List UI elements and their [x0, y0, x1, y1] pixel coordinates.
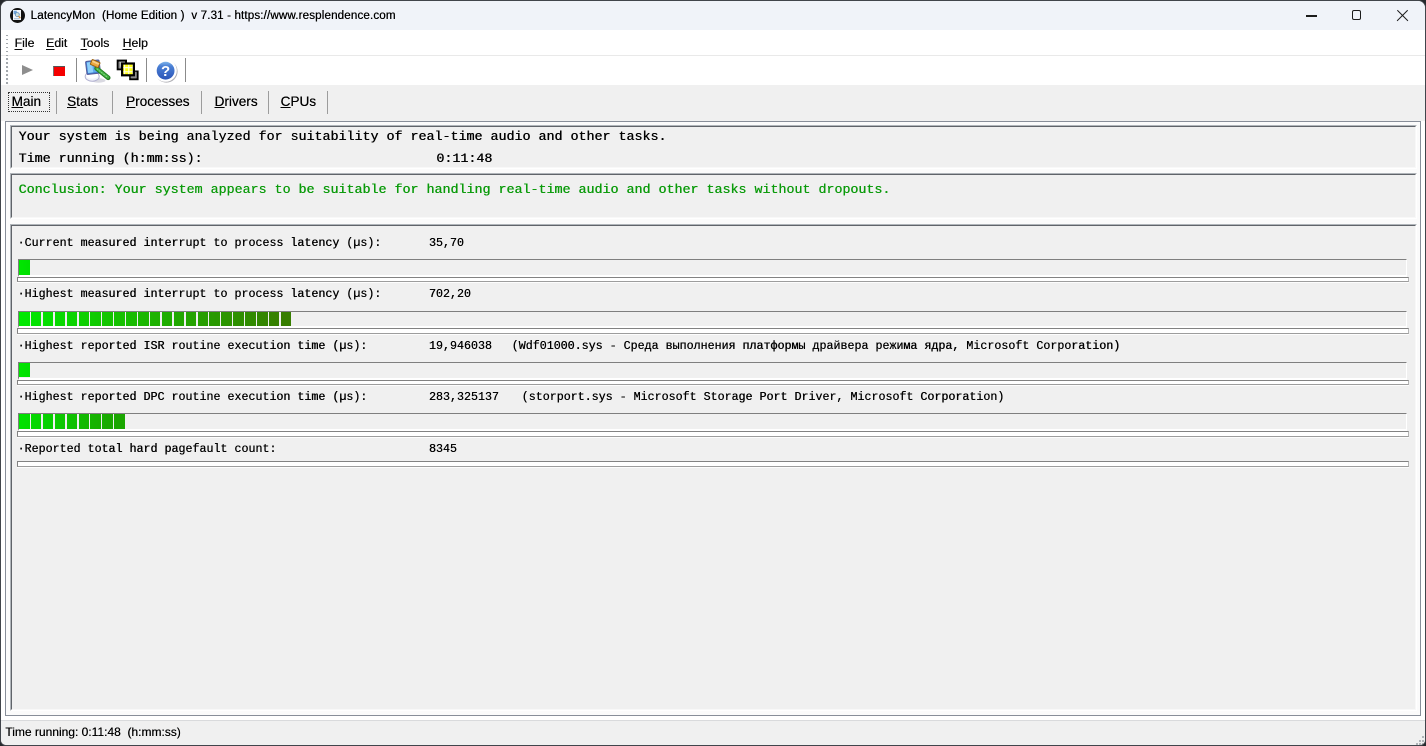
svg-text:?: ?	[161, 63, 170, 80]
